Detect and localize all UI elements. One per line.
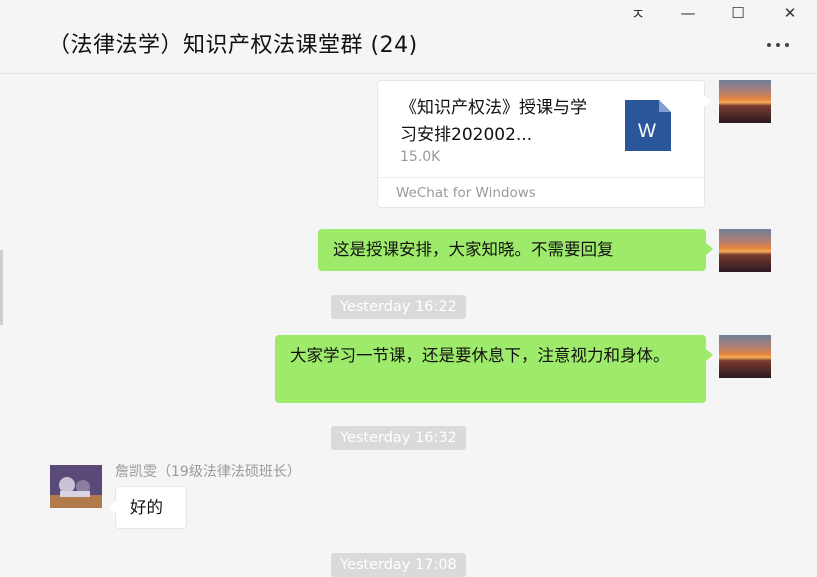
pin-icon[interactable]: ㅈ [618, 0, 658, 26]
timestamp: Yesterday 16:32 [331, 426, 466, 450]
close-button[interactable]: ✕ [770, 0, 810, 26]
word-doc-icon: W [625, 100, 671, 151]
message-bubble[interactable]: 好的 [109, 486, 187, 529]
timestamp: Yesterday 16:22 [331, 295, 466, 319]
message-text: 大家学习一节课，还是要休息下，注意视力和身体。 [290, 346, 670, 365]
file-source: WeChat for Windows [396, 185, 536, 201]
message-bubble[interactable]: 这是授课安排，大家知晓。不需要回复 [318, 229, 713, 271]
bubble-tail [706, 349, 713, 361]
file-size: 15.0K [400, 149, 441, 165]
bubble-tail [109, 501, 116, 513]
chat-title: （法律法学）知识产权法课堂群 (24) [48, 33, 418, 58]
more-dot-icon [776, 43, 780, 47]
sender-name: 詹凯雯（19级法律法硕班长） [115, 464, 301, 480]
word-doc-letter: W [638, 121, 656, 142]
scrollbar-thumb[interactable] [0, 250, 3, 325]
message-text: 这是授课安排，大家知晓。不需要回复 [333, 240, 614, 259]
chat-header: ㅈ — ☐ ✕ （法律法学）知识产权法课堂群 (24) [0, 0, 817, 74]
bubble-tail [706, 243, 713, 255]
more-dot-icon [767, 43, 771, 47]
message-bubble[interactable]: 大家学习一节课，还是要休息下，注意视力和身体。 [275, 335, 713, 403]
more-dot-icon [785, 43, 789, 47]
file-card-divider [378, 177, 704, 178]
self-avatar[interactable] [719, 335, 771, 378]
message-text: 好的 [130, 498, 163, 517]
maximize-button[interactable]: ☐ [718, 0, 758, 26]
more-options-button[interactable] [758, 36, 798, 54]
file-name: 《知识产权法》授课与学习安排202002... [400, 98, 587, 145]
self-avatar[interactable] [719, 229, 771, 272]
self-avatar[interactable] [719, 80, 771, 123]
timestamp: Yesterday 17:08 [331, 553, 466, 577]
file-message[interactable]: 《知识产权法》授课与学习安排202002... 15.0K W WeChat f… [377, 80, 711, 208]
member-avatar[interactable] [50, 465, 102, 508]
bubble-tail [704, 95, 711, 107]
minimize-button[interactable]: — [668, 0, 708, 26]
